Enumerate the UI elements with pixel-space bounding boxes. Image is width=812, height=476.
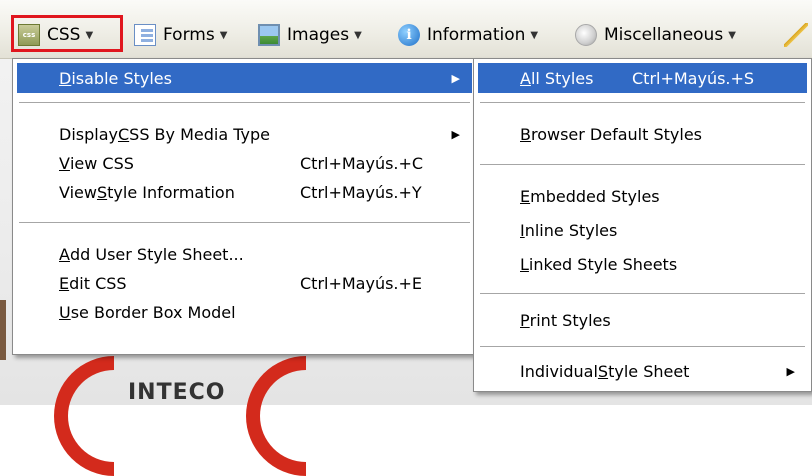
information-icon: i: [398, 24, 420, 46]
toolbar-information-label: Information: [427, 25, 526, 45]
submenu-arrow-icon: ▶: [451, 71, 460, 85]
access-key: D: [59, 68, 72, 88]
dropdown-arrow-icon: ▼: [530, 29, 539, 41]
access-key: E: [520, 186, 531, 206]
dropdown-arrow-icon: ▼: [728, 29, 736, 41]
menu-item-label: rowser Default Styles: [530, 124, 702, 144]
menu-item-shortcut: Ctrl+Mayús.+Y: [300, 182, 422, 202]
submenu-arrow-icon: ▶: [786, 364, 795, 378]
css-dropdown-menu: Disable Styles ▶ Display C SS By Media Ty…: [12, 58, 477, 355]
web-developer-toolbar: css CSS ▼ Forms ▼ Images ▼ i Information…: [0, 0, 812, 59]
menu-separator: [480, 164, 805, 165]
submenu-item-inline-styles[interactable]: Inline Styles: [478, 215, 807, 245]
toolbar-forms-label: Forms: [163, 25, 215, 45]
menu-item-view-css[interactable]: View CSS Ctrl+Mayús.+C: [17, 148, 472, 178]
menu-item-disable-styles[interactable]: Disable Styles ▶: [17, 63, 472, 93]
toolbar-images-label: Images: [287, 25, 350, 45]
menu-item-label: Display: [59, 124, 118, 144]
css-button-highlight-box: [11, 15, 123, 52]
dropdown-arrow-icon: ▼: [354, 29, 362, 41]
menu-item-shortcut: Ctrl+Mayús.+C: [300, 153, 424, 173]
access-key: B: [520, 124, 531, 144]
submenu-arrow-icon: ▶: [451, 127, 460, 141]
access-key: P: [520, 310, 530, 330]
submenu-item-all-styles[interactable]: All Styles Ctrl+Mayús.+S: [478, 63, 807, 93]
images-icon: [258, 24, 280, 46]
paintbrush-icon: [784, 23, 808, 47]
access-key: S: [597, 361, 609, 381]
submenu-item-individual-style-sheet[interactable]: Individual Style Sheet ▶: [478, 356, 807, 386]
menu-item-label: inked Style Sheets: [528, 254, 678, 274]
menu-item-label: SS By Media Type: [129, 124, 270, 144]
toolbar-information-button[interactable]: i Information ▼: [398, 21, 538, 49]
miscellaneous-icon: [575, 24, 597, 46]
menu-separator: [480, 102, 805, 103]
menu-separator: [480, 346, 805, 347]
access-key: A: [520, 68, 531, 88]
access-key: S: [96, 182, 108, 202]
submenu-item-linked-style-sheets[interactable]: Linked Style Sheets: [478, 249, 807, 279]
menu-separator: [19, 222, 470, 223]
menu-separator: [19, 102, 470, 103]
menu-item-label: Individual: [520, 361, 598, 381]
menu-item-label: View: [59, 182, 97, 202]
dropdown-arrow-icon: ▼: [219, 29, 228, 41]
menu-item-label: iew CSS: [69, 153, 134, 173]
menu-item-add-user-style-sheet[interactable]: Add User Style Sheet...: [17, 239, 472, 269]
menu-item-edit-css[interactable]: Edit CSS Ctrl+Mayús.+E: [17, 268, 472, 298]
page-logo-text: INTECO: [128, 380, 226, 405]
access-key: A: [59, 244, 70, 264]
submenu-item-embedded-styles[interactable]: Embedded Styles: [478, 181, 807, 211]
access-key: L: [520, 254, 529, 274]
menu-item-shortcut: Ctrl+Mayús.+S: [632, 68, 755, 88]
access-key: U: [59, 302, 71, 322]
menu-item-label: nline Styles: [524, 220, 618, 240]
menu-item-label: tyle Information: [107, 182, 235, 202]
menu-item-shortcut: Ctrl+Mayús.+E: [300, 273, 423, 293]
submenu-item-browser-default-styles[interactable]: Browser Default Styles: [478, 119, 807, 149]
menu-item-use-border-box-model[interactable]: Use Border Box Model: [17, 297, 472, 327]
toolbar-forms-button[interactable]: Forms ▼: [134, 21, 227, 49]
menu-item-label: rint Styles: [529, 310, 611, 330]
toolbar-miscellaneous-label: Miscellaneous: [604, 25, 724, 45]
forms-icon: [134, 24, 156, 46]
toolbar-miscellaneous-button[interactable]: Miscellaneous ▼: [575, 21, 736, 49]
toolbar-outline-button[interactable]: [784, 21, 812, 49]
menu-item-view-style-information[interactable]: View Style Information Ctrl+Mayús.+Y: [17, 177, 472, 207]
menu-item-label: isable Styles: [71, 68, 172, 88]
menu-item-label: tyle Sheet: [608, 361, 690, 381]
menu-item-label: dit CSS: [69, 273, 127, 293]
menu-item-label: ll Styles: [530, 68, 594, 88]
menu-separator: [480, 293, 805, 294]
toolbar-images-button[interactable]: Images ▼: [258, 21, 362, 49]
disable-styles-submenu: All Styles Ctrl+Mayús.+S Browser Default…: [473, 58, 812, 392]
menu-item-label: mbedded Styles: [530, 186, 660, 206]
access-key: V: [59, 153, 70, 173]
menu-item-label: dd User Style Sheet...: [69, 244, 244, 264]
submenu-item-print-styles[interactable]: Print Styles: [478, 305, 807, 335]
menu-item-display-css-by-media-type[interactable]: Display C SS By Media Type ▶: [17, 119, 472, 149]
menu-item-label: se Border Box Model: [70, 302, 236, 322]
page-edge-decoration: [0, 300, 6, 360]
access-key: E: [59, 273, 70, 293]
access-key: C: [117, 124, 130, 144]
